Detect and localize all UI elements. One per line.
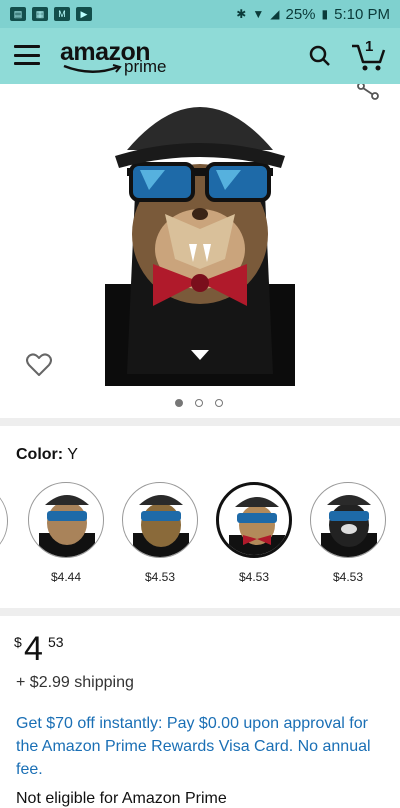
heart-icon (26, 353, 52, 376)
color-swatch[interactable]: $4.53 (120, 482, 200, 584)
swatch-image (216, 482, 292, 558)
swatch-partial[interactable] (0, 482, 8, 560)
smile-arrow-icon (63, 64, 122, 73)
swatch-image (122, 482, 198, 558)
color-swatch[interactable]: $4.44 (26, 482, 106, 584)
swatch-price: $4.53 (144, 570, 176, 584)
selected-color: Y (67, 446, 78, 463)
menu-button[interactable] (14, 42, 40, 68)
search-icon (309, 45, 330, 66)
swatch-price: $4.53 (332, 570, 364, 584)
battery-icon: ▮ (321, 7, 329, 21)
youtube-icon: ▶ (76, 7, 92, 21)
wishlist-button[interactable] (26, 352, 52, 378)
gallery-dot-3[interactable] (215, 399, 223, 407)
amazon-prime-logo[interactable]: amazon prime (60, 38, 180, 78)
gmail-icon: M (54, 7, 70, 21)
color-swatch[interactable]: $4.53 (308, 482, 388, 584)
swatch-price: $4.53 (238, 570, 270, 584)
price-fraction: 53 (48, 634, 64, 650)
price-currency: $ (14, 634, 22, 650)
notification-icons: ▤ ▦ M ▶ (0, 7, 92, 21)
wifi-icon: ▼ (252, 7, 265, 21)
product-gallery[interactable] (0, 82, 400, 420)
share-icon (357, 82, 379, 100)
share-button[interactable] (356, 82, 380, 104)
logo-sub: prime (124, 57, 167, 76)
app-bar: amazon prime 1 (0, 28, 400, 84)
menu-icon (14, 45, 40, 48)
cart-count: 1 (365, 38, 374, 55)
message-icon: ▤ (10, 7, 26, 21)
status-bar: ▤ ▦ M ▶ ✱ ▼ ◢ 25% ▮ 5:10 PM (0, 0, 400, 28)
gallery-pagination (175, 399, 223, 407)
shipping-cost: + $2.99 shipping (16, 674, 134, 691)
gallery-dot-2[interactable] (195, 399, 203, 407)
bluetooth-icon: ✱ (236, 7, 247, 21)
swatch-price: $4.44 (50, 570, 82, 584)
swatch-image (28, 482, 104, 558)
signal-icon: ◢ (270, 7, 280, 21)
section-divider (0, 608, 400, 616)
color-label: Color: Y (16, 446, 78, 463)
gallery-dot-1[interactable] (175, 399, 183, 407)
color-swatch-selected[interactable]: $4.53 (214, 482, 294, 584)
price-section: $ 4 53 + $2.99 shipping Get $70 off inst… (0, 616, 400, 807)
section-divider (0, 418, 400, 426)
status-right: ✱ ▼ ◢ 25% ▮ 5:10 PM (236, 0, 390, 28)
cart-button[interactable]: 1 (350, 38, 386, 72)
color-swatches: $4.44 $4.53 $4.53 $4.53 (0, 482, 400, 602)
clock: 5:10 PM (334, 5, 390, 23)
battery-percent: 25% (285, 5, 316, 23)
prime-eligibility: Not eligible for Amazon Prime (16, 790, 227, 807)
price-whole: 4 (24, 630, 43, 668)
news-app-icon: ▦ (32, 7, 48, 21)
swatch-image (310, 482, 386, 558)
credit-card-promo-link[interactable]: Get $70 off instantly: Pay $0.00 upon ap… (16, 712, 376, 781)
cat-face-mask-image (105, 107, 295, 386)
product-image[interactable] (105, 84, 295, 386)
color-selector: Color: Y $4.44 $4.53 $4.53 $4.53 (0, 426, 400, 610)
search-button[interactable] (308, 44, 332, 68)
